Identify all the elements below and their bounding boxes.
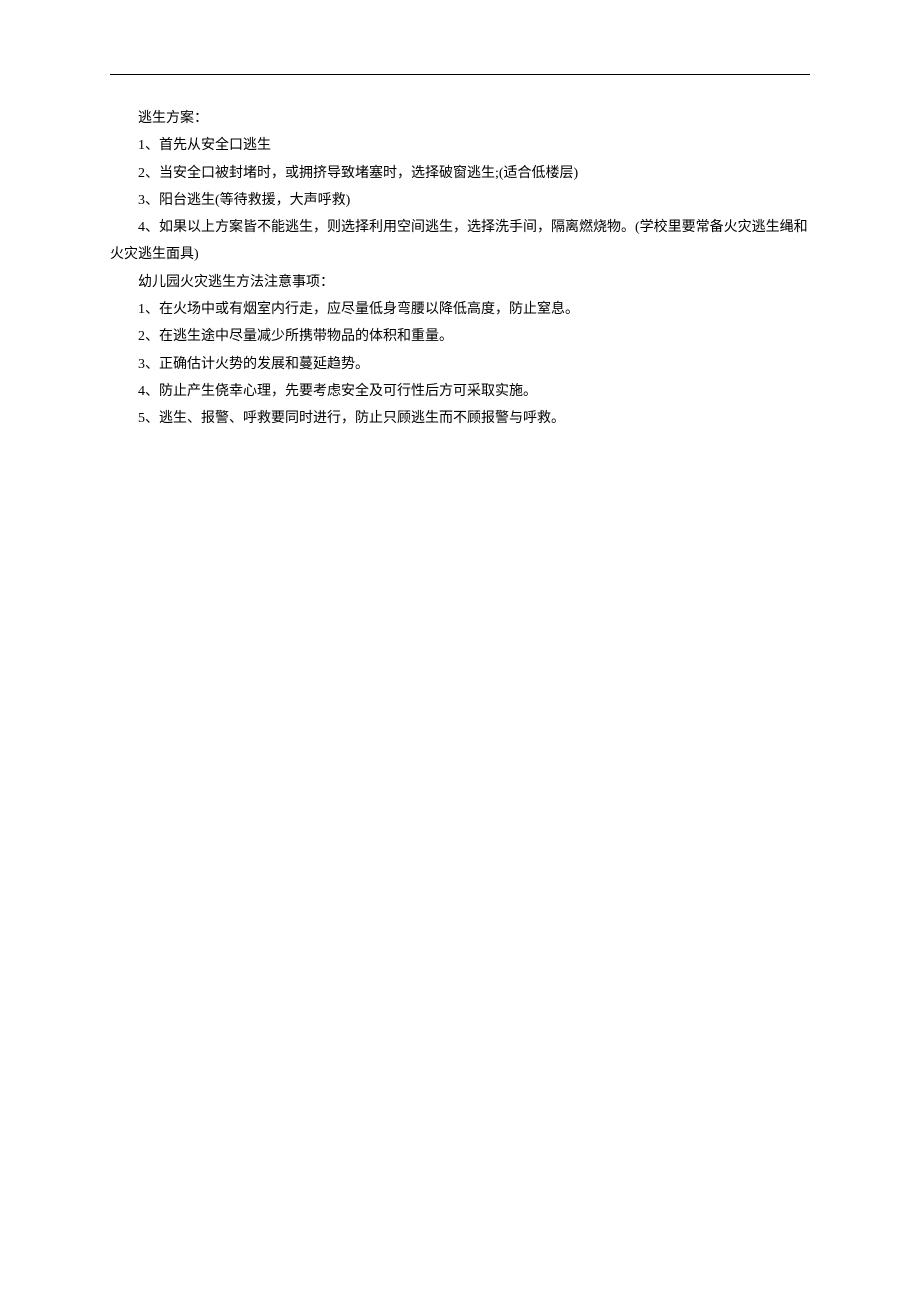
item-number: 1、 [138,302,159,317]
item-number: 3、 [138,357,159,372]
section1-item: 1、首先从安全口逃生 [110,132,810,159]
item-text: 首先从安全口逃生 [159,138,271,153]
section2-item: 4、防止产生侥幸心理，先要考虑安全及可行性后方可采取实施。 [110,378,810,405]
item-number: 5、 [138,411,159,426]
section2-heading: 幼儿园火灾逃生方法注意事项： [110,269,810,296]
document-page: 逃生方案： 1、首先从安全口逃生 2、当安全口被封堵时，或拥挤导致堵塞时，选择破… [110,74,810,433]
horizontal-rule [110,74,810,75]
item-number: 2、 [138,329,159,344]
item-text: 在火场中或有烟室内行走，应尽量低身弯腰以降低高度，防止窒息。 [159,302,579,317]
section1-item: 3、阳台逃生(等待救援，大声呼救) [110,187,810,214]
section1-item: 4、如果以上方案皆不能逃生，则选择利用空间逃生，选择洗手间，隔离燃烧物。(学校里… [110,214,810,269]
section2-item: 5、逃生、报警、呼救要同时进行，防止只顾逃生而不顾报警与呼救。 [110,405,810,432]
item-text: 当安全口被封堵时，或拥挤导致堵塞时，选择破窗逃生;(适合低楼层) [159,166,578,181]
item-number: 4、 [138,220,159,235]
section2-item: 1、在火场中或有烟室内行走，应尽量低身弯腰以降低高度，防止窒息。 [110,296,810,323]
section1-heading: 逃生方案： [110,105,810,132]
item-text: 正确估计火势的发展和蔓延趋势。 [159,357,369,372]
item-text: 防止产生侥幸心理，先要考虑安全及可行性后方可采取实施。 [159,384,537,399]
item-number: 1、 [138,138,159,153]
item-text: 如果以上方案皆不能逃生，则选择利用空间逃生，选择洗手间，隔离燃烧物。(学校里要常… [110,220,808,262]
section2-item: 2、在逃生途中尽量减少所携带物品的体积和重量。 [110,323,810,350]
item-text: 在逃生途中尽量减少所携带物品的体积和重量。 [159,329,453,344]
item-text: 逃生、报警、呼救要同时进行，防止只顾逃生而不顾报警与呼救。 [159,411,565,426]
section1-item: 2、当安全口被封堵时，或拥挤导致堵塞时，选择破窗逃生;(适合低楼层) [110,160,810,187]
item-text: 阳台逃生(等待救援，大声呼救) [159,193,350,208]
item-number: 2、 [138,166,159,181]
item-number: 4、 [138,384,159,399]
item-number: 3、 [138,193,159,208]
section2-item: 3、正确估计火势的发展和蔓延趋势。 [110,351,810,378]
